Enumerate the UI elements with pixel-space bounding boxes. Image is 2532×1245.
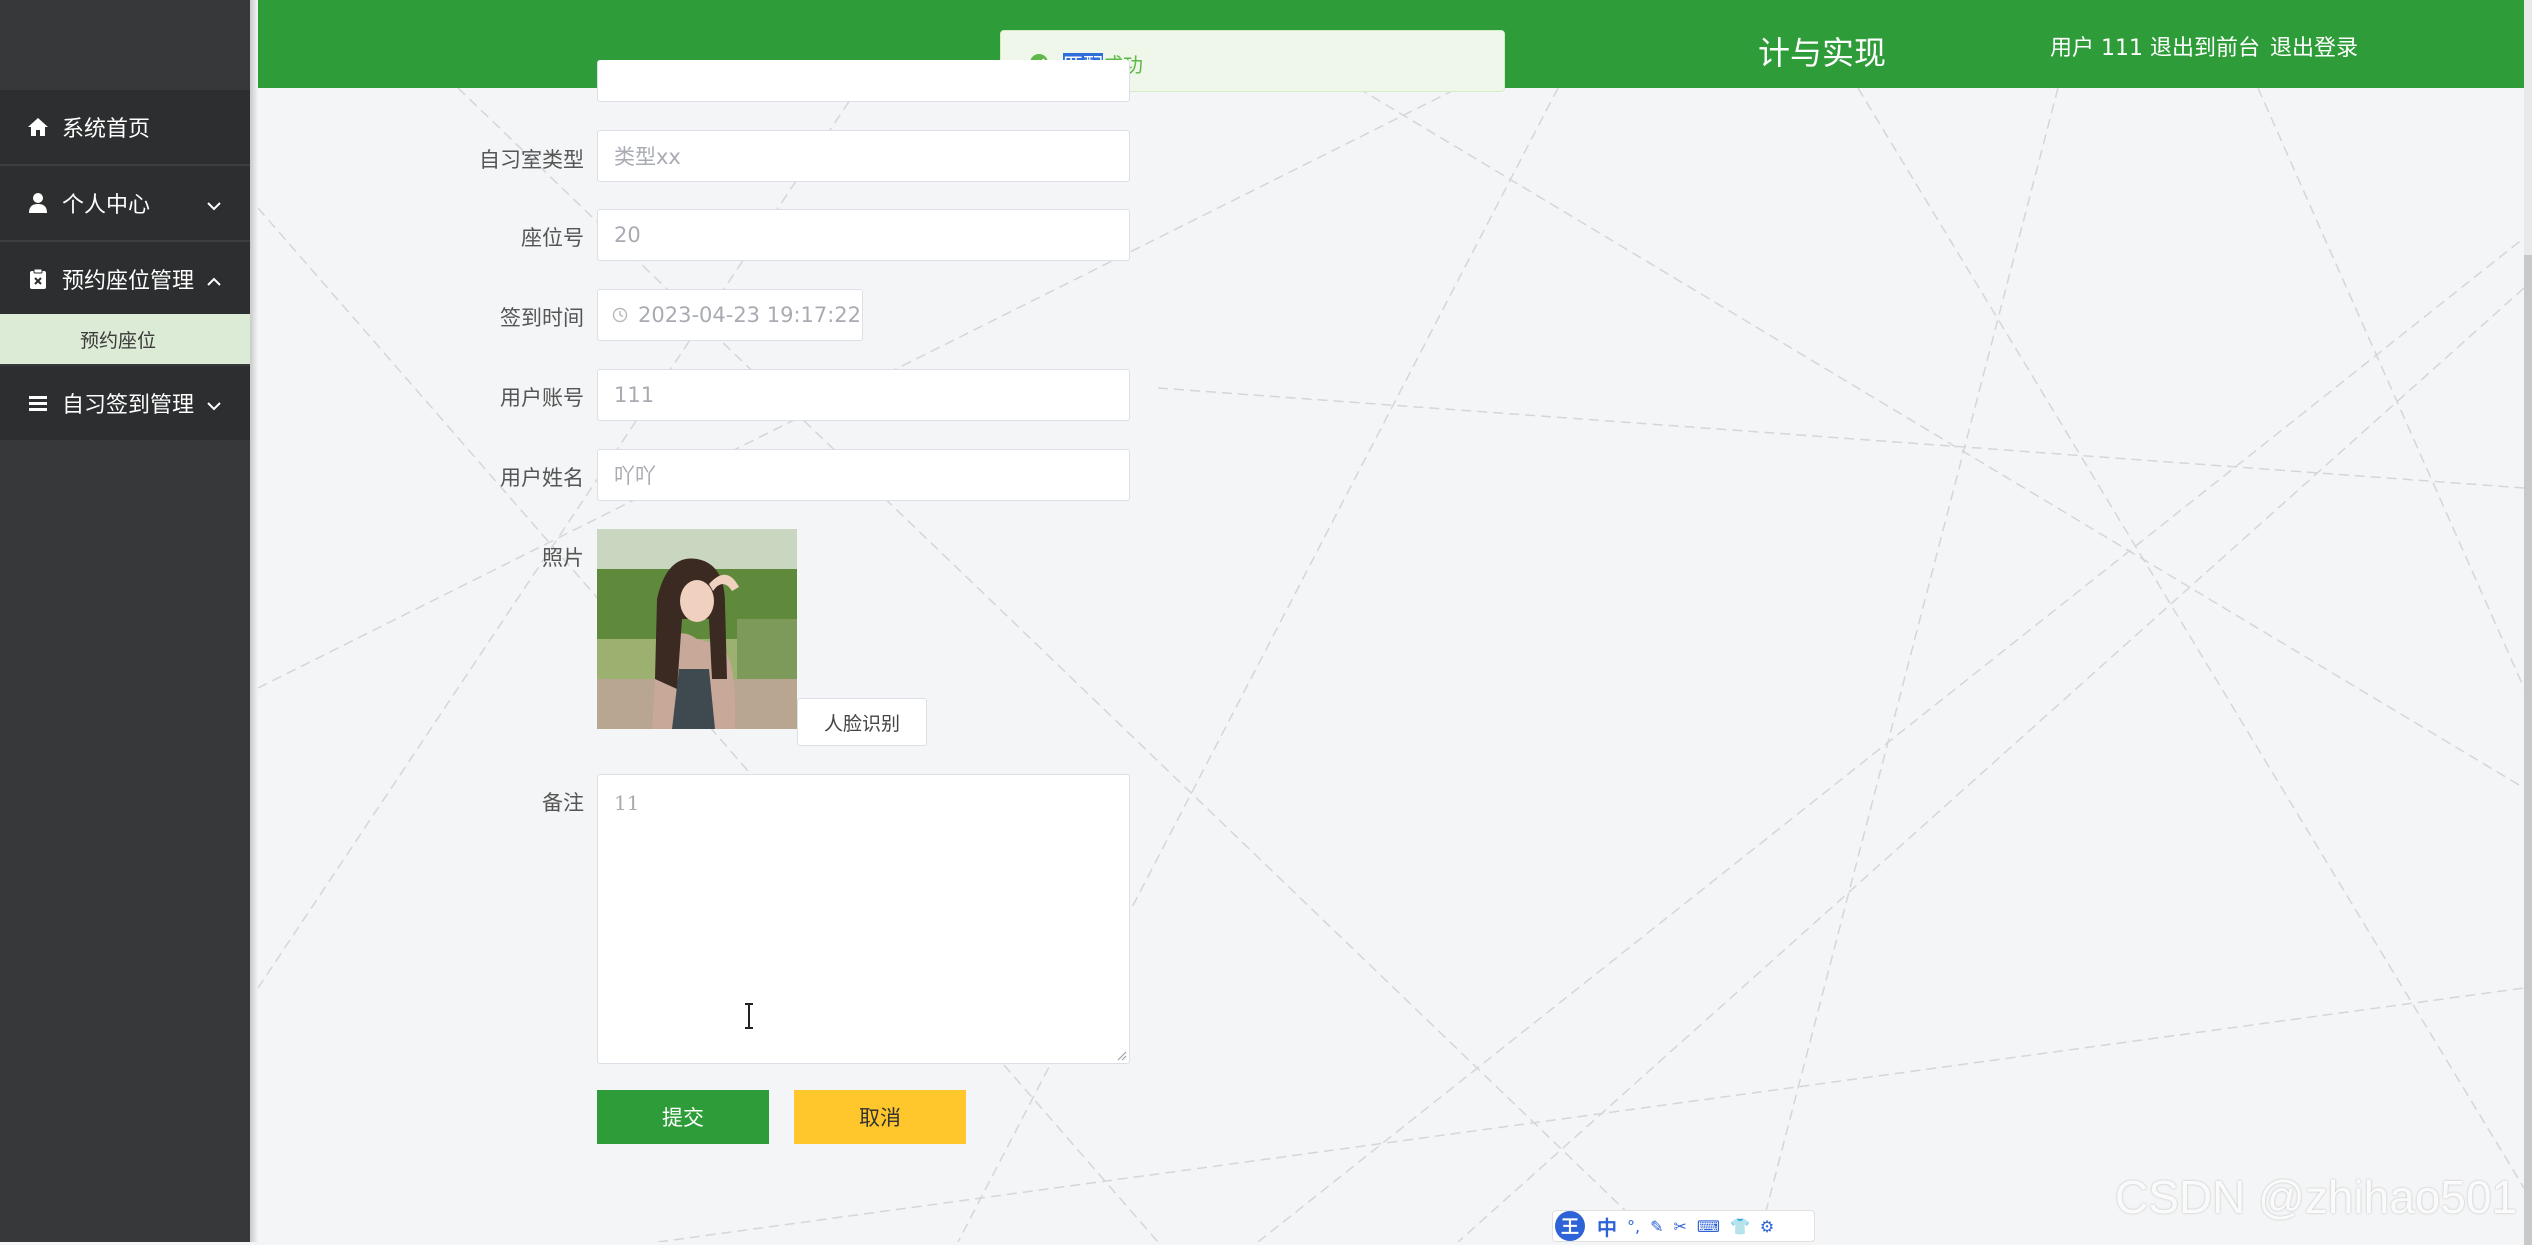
room-type-input[interactable]: 类型xx: [597, 130, 1130, 182]
submit-button[interactable]: 提交: [597, 1090, 769, 1144]
seat-no-value: 20: [614, 223, 641, 247]
pen-icon[interactable]: ✎: [1650, 1217, 1663, 1236]
sidebar-item-personal-center[interactable]: 个人中心: [0, 166, 250, 240]
shirt-icon[interactable]: 👕: [1730, 1217, 1750, 1236]
user-account-input[interactable]: 111: [597, 369, 1130, 421]
remark-label: 备注: [542, 791, 584, 815]
ime-tools: °, ✎ ✂ ⌨ 👕 ⚙: [1627, 1217, 1774, 1236]
ime-mode[interactable]: 中: [1597, 1212, 1617, 1241]
seat-no-input[interactable]: 20: [597, 209, 1130, 261]
cancel-button[interactable]: 取消: [794, 1090, 966, 1144]
scissors-icon[interactable]: ✂: [1674, 1217, 1687, 1236]
user-photo: [597, 529, 797, 729]
checkin-time-label: 签到时间: [500, 306, 584, 330]
face-recognition-button[interactable]: 人脸识别: [797, 698, 927, 746]
list-icon: [26, 394, 50, 412]
user-icon: [26, 192, 50, 214]
sidebar-subitem-label: 预约座位: [80, 329, 157, 352]
chevron-down-icon: [206, 392, 222, 417]
remark-textarea[interactable]: 11: [597, 774, 1130, 1064]
keyboard-icon[interactable]: ⌨: [1697, 1217, 1720, 1236]
page-title: 计与实现: [1758, 34, 1887, 72]
punctuation-icon[interactable]: °,: [1627, 1217, 1640, 1236]
checkin-time-picker[interactable]: 2023-04-23 19:17:22: [597, 289, 863, 341]
sidebar-item-label: 预约座位管理: [62, 269, 195, 294]
clock-icon: [612, 307, 628, 323]
previous-field-input[interactable]: [597, 60, 1130, 102]
chevron-up-icon: [206, 268, 222, 293]
user-name-label: 用户姓名: [500, 466, 584, 490]
ime-logo: 王: [1555, 1211, 1585, 1241]
user-account-value: 111: [614, 383, 655, 407]
checkin-time-value: 2023-04-23 19:17:22: [638, 303, 862, 327]
resize-handle-icon[interactable]: [1115, 1049, 1127, 1061]
sidebar-item-label: 系统首页: [62, 117, 151, 142]
remark-value: 11: [614, 791, 640, 815]
sidebar-item-study-checkin[interactable]: 自习签到管理: [0, 366, 250, 440]
seat-no-label: 座位号: [521, 226, 584, 250]
sidebar-subitem-reserve-seat[interactable]: 预约座位: [0, 314, 250, 364]
clipboard-icon: [26, 268, 50, 290]
chevron-down-icon: [206, 192, 222, 217]
room-type-label: 自习室类型: [479, 148, 584, 172]
sidebar-item-label: 自习签到管理: [62, 393, 195, 418]
user-name-value: 吖吖: [614, 464, 656, 488]
text-cursor-icon: [745, 1003, 753, 1029]
back-to-front-link[interactable]: 退出到前台: [2150, 30, 2260, 62]
watermark: CSDN @zhihao501: [2115, 1171, 2518, 1223]
gear-icon[interactable]: ⚙: [1760, 1217, 1774, 1236]
photo-label: 照片: [542, 546, 584, 570]
user-account-label: 用户账号: [500, 386, 584, 410]
sidebar-item-seat-reservation[interactable]: 预约座位管理: [0, 242, 250, 316]
room-type-placeholder: 类型xx: [614, 145, 681, 169]
scrollbar-thumb[interactable]: [2524, 255, 2532, 1245]
user-label: 用户 111: [2050, 36, 2143, 61]
user-name-input[interactable]: 吖吖: [597, 449, 1130, 501]
sidebar-logo-area: [0, 0, 250, 88]
logout-link[interactable]: 退出登录: [2270, 30, 2358, 62]
sidebar-item-label: 个人中心: [62, 193, 151, 218]
sidebar-shadow: [250, 0, 258, 1242]
sidebar-item-home[interactable]: 系统首页: [0, 90, 250, 164]
ime-toolbar[interactable]: 王 中 °, ✎ ✂ ⌨ 👕 ⚙: [1552, 1210, 1815, 1242]
home-icon: [26, 117, 50, 137]
